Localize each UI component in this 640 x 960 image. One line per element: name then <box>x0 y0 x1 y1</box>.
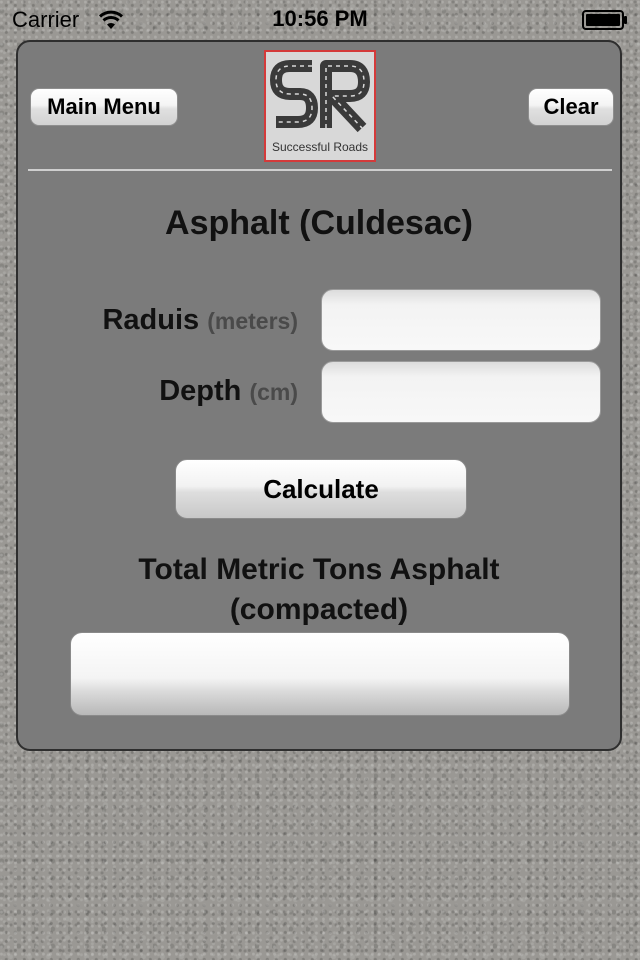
road-logo-icon <box>269 60 370 133</box>
depth-label-text: Depth <box>159 375 242 407</box>
page-title: Asphalt (Culdesac) <box>165 204 473 242</box>
result-label-line1: Total Metric Tons Asphalt <box>138 553 500 586</box>
depth-unit: (cm) <box>249 379 298 405</box>
clear-button[interactable]: Clear <box>528 88 614 126</box>
radius-label: Raduis (meters) <box>102 304 298 337</box>
main-menu-button[interactable]: Main Menu <box>30 88 178 126</box>
header-divider <box>28 169 612 171</box>
battery-icon <box>582 10 628 30</box>
radius-input[interactable] <box>321 289 601 351</box>
radius-label-text: Raduis <box>102 304 200 336</box>
successful-roads-logo: Successful Roads <box>264 50 376 162</box>
result-label: Total Metric Tons Asphalt (compacted) <box>18 550 620 630</box>
depth-input[interactable] <box>321 361 601 423</box>
status-time: 10:56 PM <box>272 6 368 31</box>
status-bar: Carrier 10:56 PM <box>0 0 640 40</box>
result-output <box>70 632 570 716</box>
calculator-panel: Main Menu Successful Roads Clear Asphalt… <box>16 40 622 751</box>
depth-label: Depth (cm) <box>159 375 298 408</box>
result-label-line2: (compacted) <box>229 593 409 626</box>
radius-unit: (meters) <box>207 308 298 334</box>
logo-caption: Successful Roads <box>271 140 369 154</box>
calculate-button[interactable]: Calculate <box>175 459 467 519</box>
